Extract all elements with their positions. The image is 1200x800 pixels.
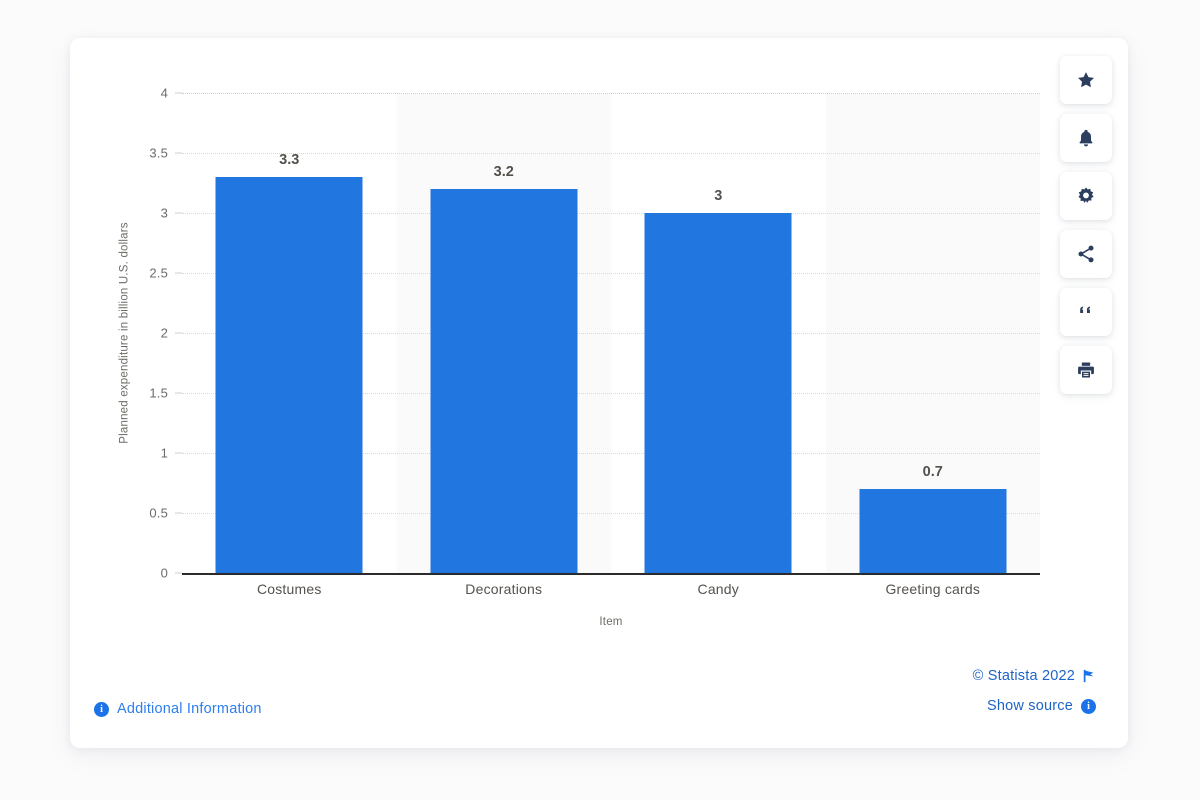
chart-toolbar — [1060, 56, 1112, 394]
x-axis-tick-label: Decorations — [465, 581, 543, 597]
y-axis-tick-label: 2.5 — [149, 265, 168, 281]
cite-button[interactable] — [1060, 288, 1112, 336]
x-axis-title: Item — [599, 616, 623, 628]
y-axis-tick-mark — [175, 512, 182, 514]
y-axis-tick-mark — [175, 452, 182, 454]
y-axis-tick-mark — [175, 272, 182, 274]
chart-card: Planned expenditure in billion U.S. doll… — [70, 38, 1128, 748]
y-axis-tick-mark — [175, 152, 182, 154]
favorite-button[interactable] — [1060, 56, 1112, 104]
footer-right: © Statista 2022 Show source i — [973, 668, 1096, 714]
bar[interactable] — [430, 189, 578, 573]
bar[interactable] — [215, 177, 363, 573]
y-axis-tick-mark — [175, 572, 182, 574]
y-axis-tick-label: 2 — [160, 325, 168, 341]
x-axis-tick-label: Candy — [697, 581, 739, 597]
bar[interactable] — [859, 489, 1007, 573]
bar-value-label: 0.7 — [922, 464, 943, 480]
show-source-label: Show source — [986, 698, 1073, 714]
y-axis-tick-label: 0 — [160, 565, 168, 581]
bar-slot: 3.2 — [397, 93, 612, 573]
x-axis-labels: Costumes Decorations Candy Greeting cards — [182, 581, 1040, 597]
show-source-link[interactable]: Show source i — [973, 698, 1096, 714]
bar-series: 3.3 3.2 3 0.7 — [182, 93, 1040, 573]
bar-value-label: 3.2 — [493, 164, 514, 180]
y-axis-tick-label: 1 — [160, 445, 168, 461]
y-axis-tick-label: 3.5 — [149, 145, 168, 161]
gear-icon — [1078, 187, 1094, 203]
y-axis-title-label: Planned expenditure in billion U.S. doll… — [119, 222, 132, 444]
y-axis-title: Planned expenditure in billion U.S. doll… — [116, 93, 134, 573]
bar-value-label: 3 — [714, 188, 723, 204]
alert-button[interactable] — [1060, 114, 1112, 162]
y-axis-tick-label: 4 — [160, 85, 168, 101]
x-axis-tick-label: Costumes — [256, 581, 322, 597]
x-axis-line — [182, 573, 1040, 575]
y-axis-tick-mark — [175, 212, 182, 214]
y-axis-tick-mark — [175, 92, 182, 94]
quote-icon — [1080, 306, 1090, 313]
additional-information-label: Additional Information — [117, 701, 262, 717]
y-axis-tick-label: 1.5 — [149, 385, 168, 401]
bar-value-label: 3.3 — [279, 152, 300, 168]
plot-area: 0 0.5 1 1.5 2 2.5 3 3.5 4 3.3 3.2 3 0.7 — [149, 86, 1040, 581]
y-axis-tick-label: 0.5 — [149, 505, 168, 521]
settings-button[interactable] — [1060, 172, 1112, 220]
star-icon — [1078, 72, 1094, 88]
bar[interactable] — [644, 213, 792, 573]
y-axis-tick-mark — [175, 392, 182, 394]
bar-slot: 3.3 — [182, 93, 397, 573]
info-circle-icon: i — [1081, 698, 1096, 714]
y-axis-tick-label: 3 — [160, 205, 168, 221]
bar-slot: 3 — [611, 93, 826, 573]
copyright-label: © Statista 2022 — [972, 668, 1075, 684]
share-button[interactable] — [1060, 230, 1112, 278]
bell-icon — [1079, 129, 1093, 147]
x-axis-tick-label: Greeting cards — [885, 581, 981, 597]
info-circle-icon: i — [94, 701, 109, 717]
y-axis-tick-mark — [175, 332, 182, 334]
share-icon — [1078, 245, 1094, 263]
chart-area: Planned expenditure in billion U.S. doll… — [70, 38, 1128, 658]
additional-information-link[interactable]: i Additional Information — [94, 701, 262, 717]
print-icon — [1078, 362, 1094, 378]
copyright-link[interactable]: © Statista 2022 — [973, 668, 1096, 684]
flag-icon — [1083, 669, 1094, 683]
bar-slot: 0.7 — [826, 93, 1041, 573]
print-button[interactable] — [1060, 346, 1112, 394]
